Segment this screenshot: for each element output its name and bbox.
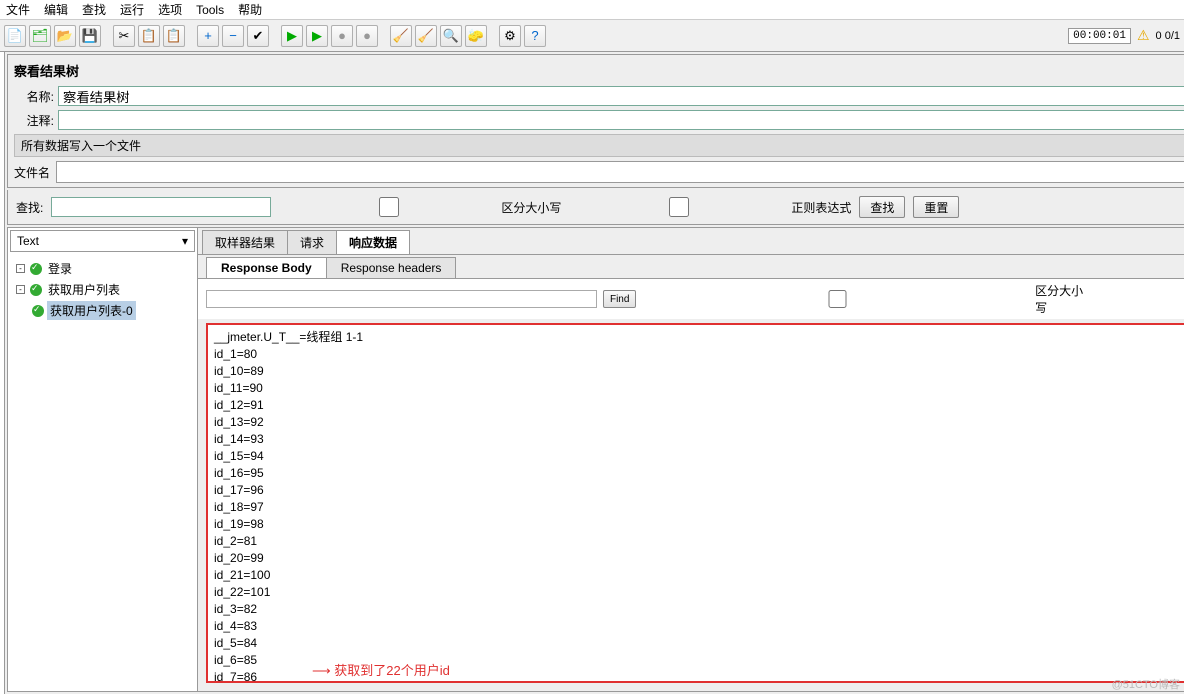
clear-button[interactable]: 🧹 [390,25,412,47]
response-line: id_2=81 [214,533,1184,550]
response-line: id_17=96 [214,482,1184,499]
search-input[interactable] [51,197,271,217]
toggle-button[interactable]: ✔ [247,25,269,47]
copy-button[interactable]: 📋 [138,25,160,47]
result-tabs: 取样器结果 请求 响应数据 [198,228,1184,254]
help-button[interactable]: ? [524,25,546,47]
response-line: id_18=97 [214,499,1184,516]
success-icon [32,305,44,317]
menu-edit[interactable]: 编辑 [44,1,68,18]
menu-find[interactable]: 查找 [82,1,106,18]
response-line: id_3=82 [214,601,1184,618]
search-label: 查找: [16,199,43,216]
collapse-button[interactable]: − [222,25,244,47]
subtab-response-body[interactable]: Response Body [206,257,327,278]
response-subtabs: Response Body Response headers [198,254,1184,278]
stop-button[interactable]: ● [331,25,353,47]
menu-bar: 文件 编辑 查找 运行 选项 Tools 帮助 [0,0,1184,20]
templates-button[interactable]: 🗂 [29,25,51,47]
elapsed-timer: 00:00:01 [1068,28,1131,44]
response-line: id_19=98 [214,516,1184,533]
open-button[interactable]: 📂 [54,25,76,47]
result-login[interactable]: 登录 [45,259,75,278]
search-case-label: 区分大小写 [501,199,561,216]
comment-input[interactable] [58,110,1184,130]
annotation-text: 获取到了22个用户id [334,663,450,678]
tab-response-data[interactable]: 响应数据 [336,230,410,254]
response-line: id_4=83 [214,618,1184,635]
thread-count: 0 0/1 [1156,30,1180,42]
response-line: __jmeter.U_T__=线程组 1-1 [214,329,1184,346]
success-icon [30,284,42,296]
paste-button[interactable]: 📋 [163,25,185,47]
menu-options[interactable]: 选项 [158,1,182,18]
response-line: id_13=92 [214,414,1184,431]
cut-button[interactable]: ✂ [113,25,135,47]
response-find-input[interactable] [206,290,597,308]
response-find-button[interactable]: Find [603,290,636,308]
start-button[interactable]: ▶ [281,25,303,47]
response-line: id_16=95 [214,465,1184,482]
subtab-response-headers[interactable]: Response headers [326,257,457,278]
filename-label: 文件名 [14,164,50,181]
tab-sampler-result[interactable]: 取样器结果 [202,230,288,254]
warning-icon[interactable]: ⚠ [1137,27,1150,44]
results-tree-pane: Text ▾ - 登录 - 获取用户列表 获取用户列表-0 [8,228,198,691]
response-find-regex-checkbox[interactable] [1097,290,1184,308]
response-line: id_20=99 [214,550,1184,567]
tree-toggle[interactable]: - [16,264,25,273]
reset-search-button[interactable]: 🧽 [465,25,487,47]
response-line: id_12=91 [214,397,1184,414]
search-bar: 查找: 区分大小写 正则表达式 查找 重置 [7,190,1184,225]
response-line: id_1=80 [214,346,1184,363]
response-line: id_22=101 [214,584,1184,601]
name-label: 名称: [14,88,54,105]
comment-label: 注释: [14,112,54,129]
result-get-user-list[interactable]: 获取用户列表 [45,280,123,299]
response-line: id_11=90 [214,380,1184,397]
chevron-down-icon: ▾ [182,234,188,248]
shutdown-button[interactable]: ● [356,25,378,47]
tree-toggle[interactable]: - [16,285,25,294]
name-input[interactable] [58,86,1184,106]
clear-all-button[interactable]: 🧹 [415,25,437,47]
menu-run[interactable]: 运行 [120,1,144,18]
render-type-select[interactable]: Text ▾ [10,230,195,252]
new-button[interactable]: 📄 [4,25,26,47]
menu-tools[interactable]: Tools [196,3,224,17]
search-reset-button[interactable]: 重置 [913,196,959,218]
response-body-text[interactable]: __jmeter.U_T__=线程组 1-1id_1=80id_10=89id_… [206,323,1184,683]
menu-file[interactable]: 文件 [6,1,30,18]
response-find-case-label: 区分大小写 [1035,282,1091,316]
write-file-header: 所有数据写入一个文件 [14,134,1184,157]
panel-title: 察看结果树 [14,59,1184,86]
search-regex-checkbox[interactable] [569,197,789,217]
response-line: id_21=100 [214,567,1184,584]
response-line: id_15=94 [214,448,1184,465]
save-button[interactable]: 💾 [79,25,101,47]
start-no-timers-button[interactable]: ▶ [306,25,328,47]
menu-help[interactable]: 帮助 [238,1,262,18]
search-find-button[interactable]: 查找 [859,196,905,218]
result-get-user-list-0[interactable]: 获取用户列表-0 [47,301,136,320]
function-helper-button[interactable]: ⚙ [499,25,521,47]
success-icon [30,263,42,275]
response-find-case-checkbox[interactable] [642,290,1033,308]
response-line: id_5=84 [214,635,1184,652]
search-button[interactable]: 🔍 [440,25,462,47]
tab-request[interactable]: 请求 [287,230,337,254]
render-type-label: Text [17,234,39,248]
filename-input[interactable] [56,161,1184,183]
listener-config-panel: 察看结果树 名称: 注释: 所有数据写入一个文件 文件名 浏览... 显示日志内… [7,54,1184,188]
search-regex-label: 正则表达式 [791,199,851,216]
search-case-checkbox[interactable] [279,197,499,217]
expand-button[interactable]: + [197,25,219,47]
response-line: id_10=89 [214,363,1184,380]
toolbar: 📄 🗂 📂 💾 ✂ 📋 📋 + − ✔ ▶ ▶ ● ● 🧹 🧹 🔍 🧽 ⚙ ? … [0,20,1184,52]
response-line: id_14=93 [214,431,1184,448]
watermark: @51CTO博客 [1112,676,1180,692]
